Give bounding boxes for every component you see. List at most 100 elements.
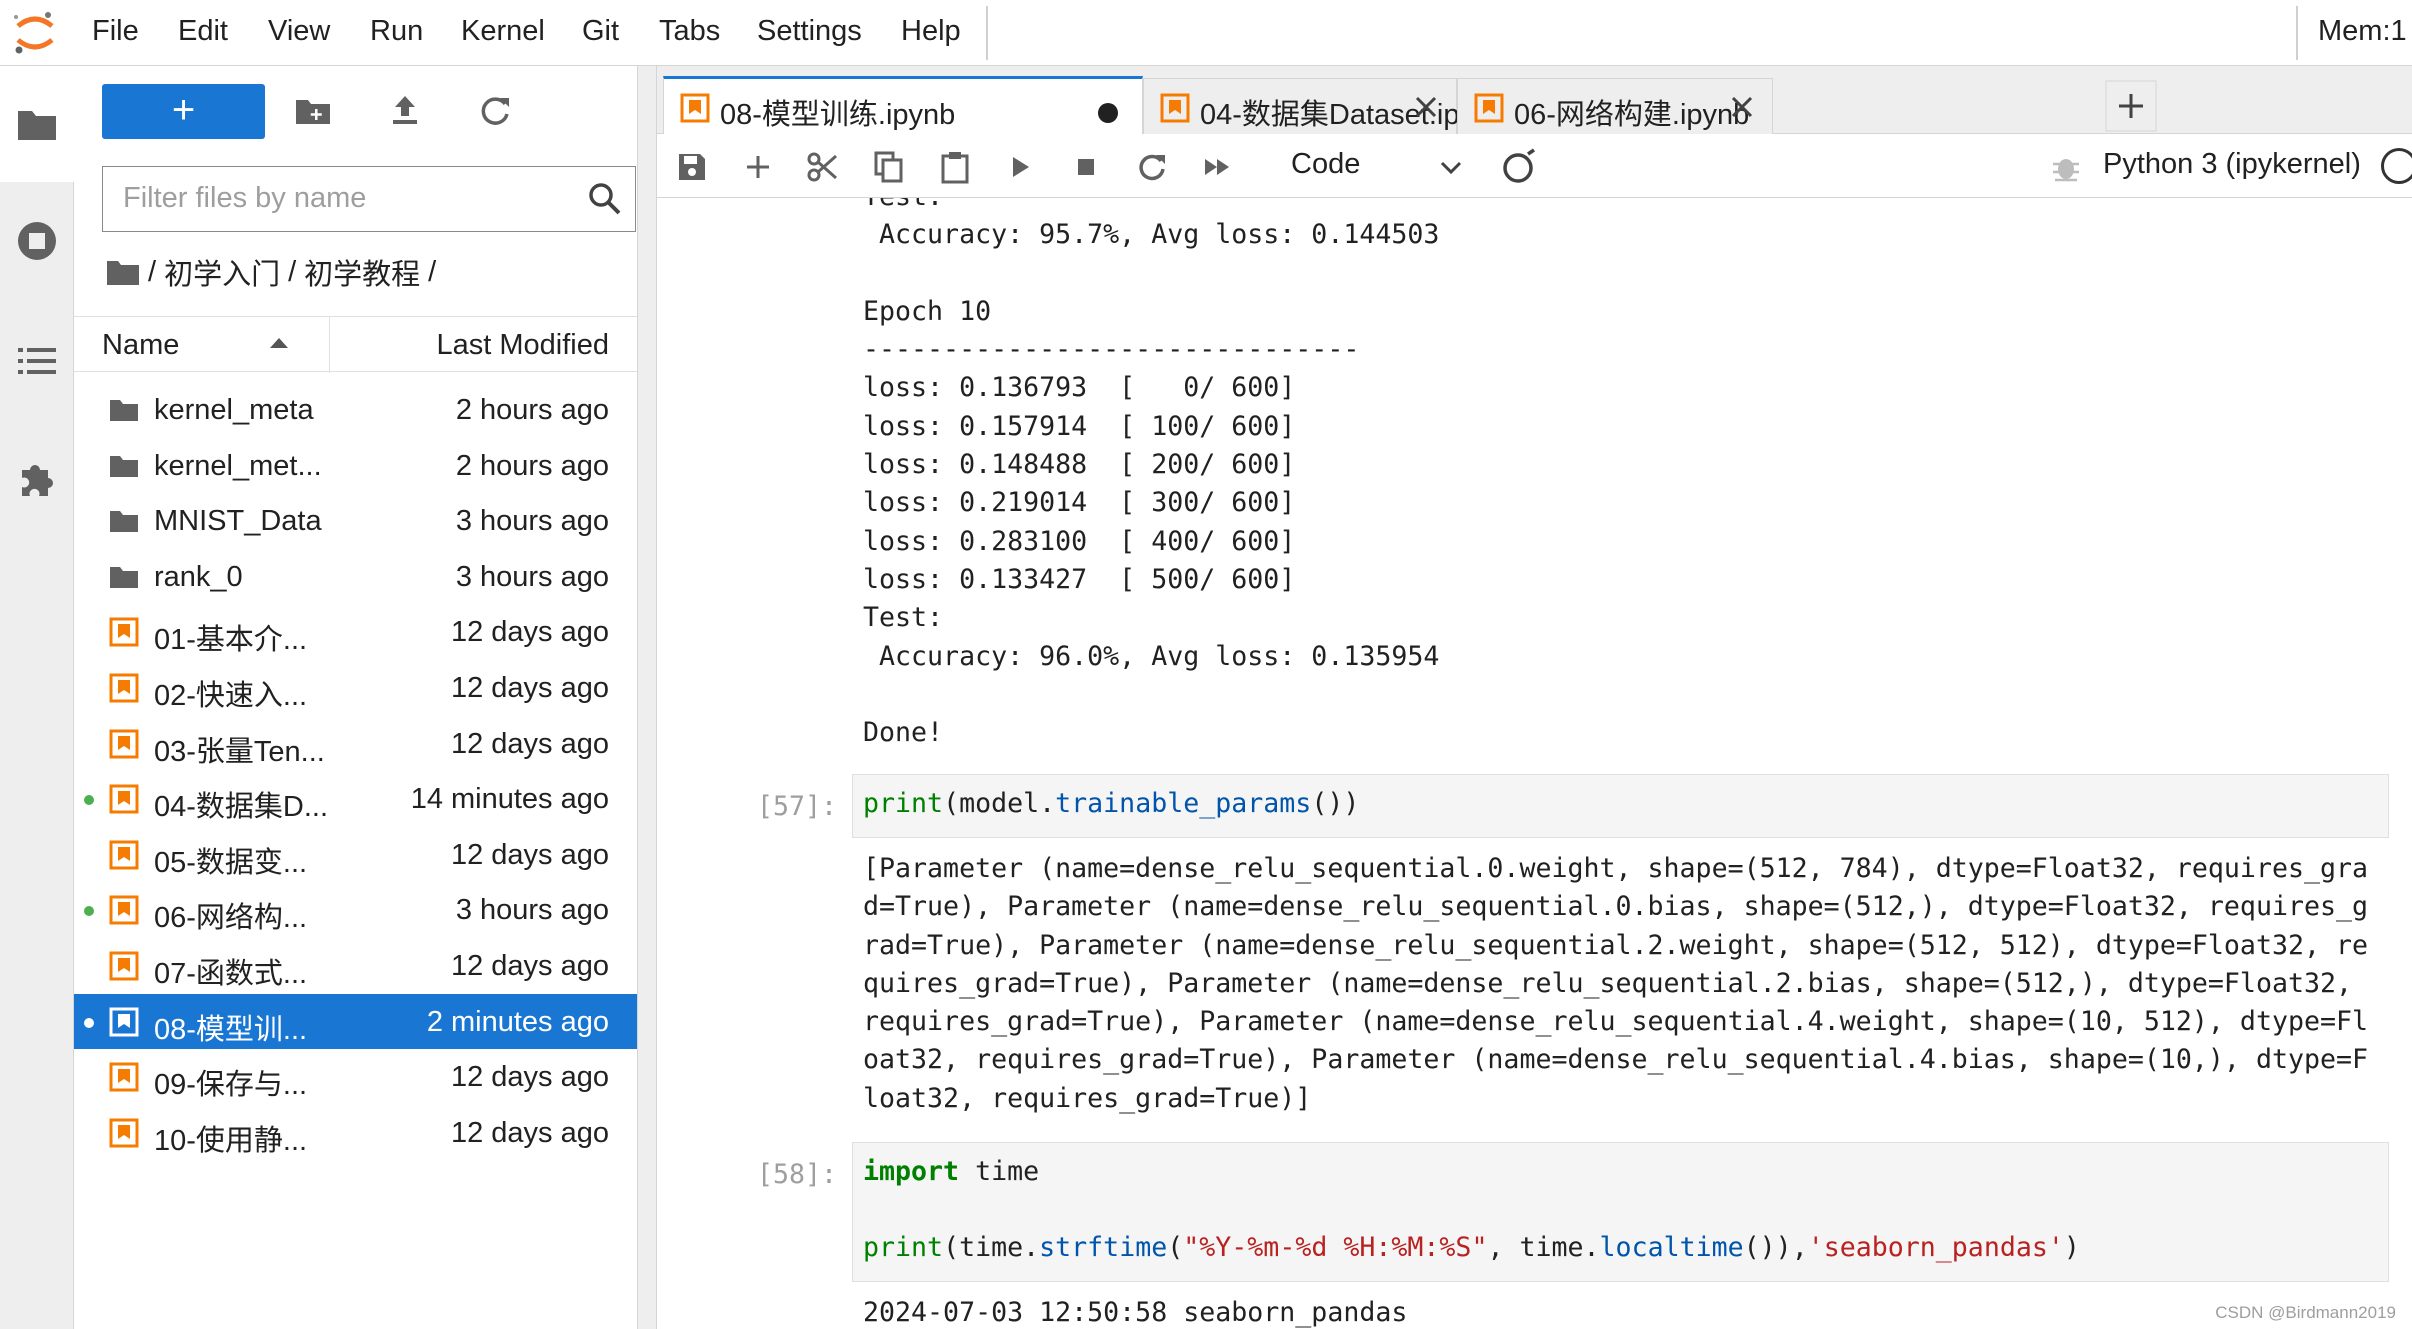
kernel-name[interactable]: Python 3 (ipykernel)	[2103, 148, 2361, 181]
menu-git[interactable]: Git	[582, 15, 619, 48]
insert-cell-plus-icon[interactable]	[741, 150, 775, 184]
notebook-icon	[1474, 93, 1504, 123]
file-name: kernel_met...	[154, 449, 322, 482]
file-row[interactable]: 05-数据变... 12 days ago	[74, 827, 637, 883]
home-folder-icon[interactable]	[106, 257, 140, 287]
notebook-icon	[109, 1118, 139, 1148]
file-row[interactable]: MNIST_Data 3 hours ago	[74, 493, 637, 549]
new-launcher-label: +	[171, 88, 196, 132]
watermark: CSDN @Birdmann2019	[2215, 1303, 2396, 1322]
chevron-down-icon[interactable]	[1437, 154, 1465, 182]
code-token: (time.	[943, 1232, 1040, 1263]
file-row[interactable]: 01-基本介... 12 days ago	[74, 604, 637, 660]
file-row[interactable]: rank_0 3 hours ago	[74, 549, 637, 605]
paste-clipboard-icon[interactable]	[938, 150, 972, 184]
unsaved-changes-dot[interactable]	[1098, 103, 1118, 123]
cut-scissors-icon[interactable]	[806, 150, 840, 184]
file-modified: 2 hours ago	[455, 394, 609, 426]
file-row[interactable]: 03-张量Ten... 12 days ago	[74, 716, 637, 772]
file-name: 03-张量Ten...	[154, 735, 325, 768]
tab-06-notebook[interactable]: 06-网络构建.ipynb	[1457, 78, 1773, 134]
running-indicator-dot	[84, 1017, 94, 1028]
file-row[interactable]: 04-数据集D... 14 minutes ago	[74, 771, 637, 827]
code-token: time	[959, 1156, 1040, 1187]
code-token: import	[863, 1156, 960, 1187]
menu-tabs[interactable]: Tabs	[659, 15, 720, 48]
notebook-icon	[109, 1062, 139, 1092]
file-row[interactable]: 09-保存与... 12 days ago	[74, 1049, 637, 1105]
file-row[interactable]: 10-使用静... 12 days ago	[74, 1105, 637, 1161]
menu-file[interactable]: File	[92, 15, 139, 48]
menu-settings[interactable]: Settings	[757, 15, 862, 48]
filter-files-input[interactable]	[103, 167, 563, 229]
output-line: loss: 0.157914 [ 100/ 600]	[863, 410, 1296, 442]
restart-run-all-icon[interactable]	[1201, 150, 1235, 184]
cell-57-output: [Parameter (name=dense_relu_sequential.0…	[863, 850, 2368, 1118]
code-cell-57[interactable]: print(model.trainable_params())	[852, 774, 2389, 838]
menu-kernel[interactable]: Kernel	[461, 15, 545, 48]
breadcrumb-item[interactable]: 初学入门	[164, 251, 280, 293]
new-tab-plus-icon[interactable]	[2105, 80, 2157, 132]
menu-edit[interactable]: Edit	[178, 15, 228, 48]
new-folder-icon[interactable]	[292, 90, 334, 132]
git-diff-icon[interactable]	[1499, 148, 1537, 186]
file-row[interactable]: 02-快速入... 12 days ago	[74, 660, 637, 716]
output-line: Accuracy: 95.7%, Avg loss: 0.144503	[863, 219, 1440, 251]
file-row[interactable]: kernel_meta 2 hours ago	[74, 382, 637, 438]
table-of-contents-icon[interactable]	[14, 338, 60, 384]
folder-icon	[110, 400, 138, 421]
output-line: requires_grad=True), Parameter (name=den…	[863, 1006, 2369, 1038]
restart-kernel-icon[interactable]	[1135, 150, 1169, 184]
output-line: Done!	[863, 717, 944, 749]
output-line: loss: 0.136793 [ 0/ 600]	[863, 372, 1296, 404]
new-launcher-button[interactable]: +	[102, 84, 265, 139]
jupyter-logo-icon[interactable]	[10, 8, 60, 58]
file-modified: 3 hours ago	[455, 894, 609, 927]
close-tab-icon[interactable]	[1412, 93, 1440, 121]
code-line: import time	[863, 1153, 1039, 1191]
notebook-icon	[109, 617, 139, 647]
file-row[interactable]: 07-函数式... 12 days ago	[74, 938, 637, 994]
menu-view[interactable]: View	[268, 15, 330, 48]
file-row[interactable]: kernel_met... 2 hours ago	[74, 438, 637, 494]
output-line: Epoch 10	[863, 295, 992, 327]
breadcrumb-item[interactable]: 初学教程	[304, 251, 420, 293]
menu-separator	[2296, 6, 2298, 60]
menu-run[interactable]: Run	[370, 15, 423, 48]
column-divider[interactable]	[329, 317, 330, 373]
last-modified-column-header[interactable]: Last Modified	[437, 329, 610, 362]
file-modified: 14 minutes ago	[410, 783, 609, 816]
tab-08-notebook[interactable]: 08-模型训练.ipynb	[663, 76, 1143, 135]
extensions-puzzle-icon[interactable]	[14, 456, 60, 502]
menu-separator	[986, 6, 988, 60]
search-icon	[589, 183, 621, 215]
code-line: print(model.trainable_params())	[863, 785, 1359, 823]
running-sessions-icon[interactable]	[14, 218, 60, 264]
copy-icon[interactable]	[872, 150, 906, 184]
file-row[interactable]: 06-网络构... 3 hours ago	[74, 882, 637, 938]
notebook-icon	[109, 895, 139, 925]
menu-help[interactable]: Help	[901, 15, 961, 48]
refresh-icon[interactable]	[474, 90, 516, 132]
file-modified: 3 hours ago	[455, 505, 609, 538]
save-icon[interactable]	[675, 150, 709, 184]
file-list: kernel_meta 2 hours ago kernel_met... 2 hou…	[74, 382, 637, 1160]
run-cell-icon[interactable]	[1003, 150, 1037, 184]
output-line: d=True), Parameter (name=dense_relu_sequ…	[863, 891, 2369, 923]
tab-04-notebook[interactable]: 04-数据集Dataset.ipynb	[1143, 78, 1506, 134]
code-cell-58[interactable]: import time print(time.strftime("%Y-%m-%…	[852, 1142, 2389, 1282]
name-column-header[interactable]: Name	[102, 329, 179, 362]
code-token: "%Y-%m-%d %H:%M:%S"	[1183, 1232, 1488, 1263]
file-modified: 2 hours ago	[455, 449, 609, 482]
panel-splitter[interactable]	[637, 66, 657, 1329]
upload-icon[interactable]	[384, 90, 426, 132]
debugger-bug-icon[interactable]	[2049, 150, 2083, 184]
output-line: quires_grad=True), Parameter (name=dense…	[863, 967, 2353, 999]
folder-icon[interactable]	[14, 101, 60, 147]
file-row[interactable]: 08-模型训... 2 minutes ago	[74, 993, 637, 1050]
close-tab-icon[interactable]	[1728, 93, 1756, 121]
interrupt-kernel-icon[interactable]	[1069, 150, 1103, 184]
output-line: loat32, requires_grad=True)]	[863, 1082, 1312, 1114]
cell-type-select[interactable]: Code	[1291, 148, 1360, 181]
